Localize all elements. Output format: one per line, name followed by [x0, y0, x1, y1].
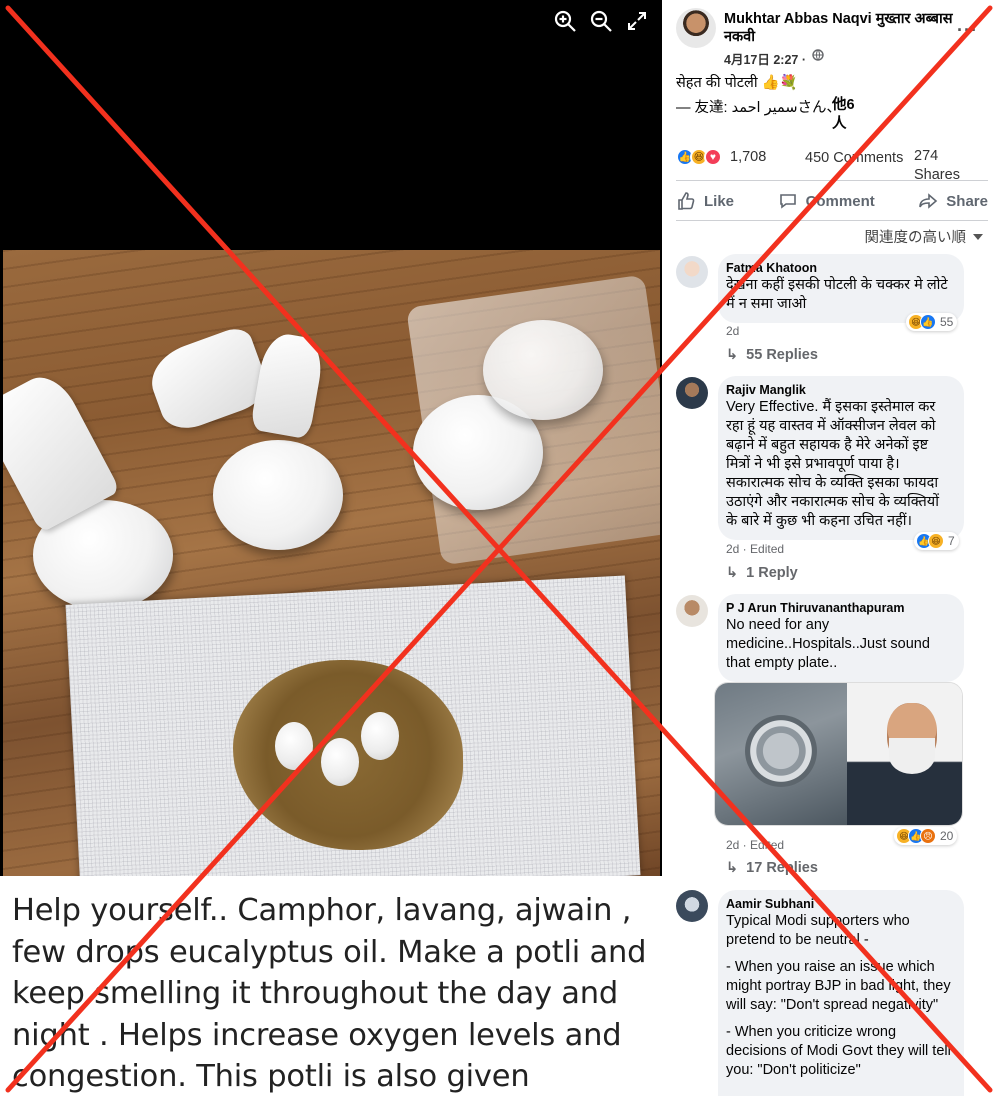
viewer-toolbar [552, 8, 650, 34]
comment-timestamp[interactable]: 2d [726, 324, 739, 338]
post-photo [3, 250, 660, 876]
comment-button[interactable]: Comment [778, 186, 875, 216]
comment-image[interactable] [714, 682, 963, 826]
comment-text: Very Effective. मैं इसका इस्तेमाल कर रहा… [726, 399, 939, 529]
comment-text: - When you raise an issue which might po… [726, 959, 951, 1013]
love-reaction-icon: ♥ [704, 148, 722, 166]
photo-viewer: Help yourself.. Camphor, lavang, ajwain … [0, 0, 662, 1096]
plate-photo [715, 683, 847, 825]
comment-count[interactable]: 450 Comments [805, 150, 903, 166]
commenter-avatar[interactable] [676, 890, 708, 922]
comment-sort-dropdown[interactable]: 関連度の高い順 [865, 226, 985, 247]
post-reactions[interactable]: 👍 😆 ♥ 1,708 [676, 148, 766, 166]
author-name[interactable]: Mukhtar Abbas Naqvi मुख्तार अब्बास नकवी [724, 10, 954, 46]
commenter-name[interactable]: Fatma Khatoon [726, 261, 954, 276]
comment-reactions[interactable]: 😆 👍 😠 20 [894, 827, 958, 845]
angry-reaction-icon: 😠 [920, 828, 936, 844]
reply-arrow-icon: ↳ [726, 860, 739, 876]
commenter-avatar[interactable] [676, 595, 708, 627]
zoom-out-icon[interactable] [588, 8, 614, 34]
like-button[interactable]: Like [676, 186, 734, 216]
post-actions: Like Comment Share [676, 186, 988, 216]
comment-icon [779, 194, 796, 209]
like-reaction-icon: 👍 [920, 314, 936, 330]
comment-timestamp[interactable]: 2d · Edited [726, 838, 784, 852]
more-options-button[interactable]: ··· [957, 20, 978, 41]
thumbs-up-icon [678, 192, 695, 210]
post-panel: Mukhtar Abbas Naqvi मुख्तार अब्बास नकवी … [662, 0, 996, 1096]
author-avatar[interactable] [676, 8, 716, 48]
caption-text: Help yourself.. Camphor, lavang, ajwain … [12, 893, 647, 1094]
reply-arrow-icon: ↳ [726, 347, 739, 363]
potli-pouch [213, 440, 343, 550]
commenter-avatar[interactable] [676, 377, 708, 409]
comment-text: Typical Modi supporters who pretend to b… [726, 913, 910, 948]
commenter-avatar[interactable] [676, 256, 708, 288]
commenter-name[interactable]: P J Arun Thiruvananthapuram [726, 601, 954, 616]
globe-icon [812, 49, 824, 64]
comment-text: देखना कहीं इसकी पोटली के चक्कर मे लोटे म… [726, 277, 948, 312]
share-button[interactable]: Share [918, 186, 988, 216]
comment-text: No need for any medicine..Hospitals..Jus… [726, 617, 930, 671]
view-replies-link[interactable]: ↳ 1 Reply [726, 565, 798, 581]
commenter-name[interactable]: Rajiv Manglik [726, 383, 954, 398]
comment-timestamp[interactable]: 2d · Edited [726, 542, 784, 556]
reaction-count: 1,708 [730, 149, 767, 165]
divider [676, 220, 988, 221]
comment-text: - When you criticize wrong decisions of … [726, 1024, 951, 1078]
view-replies-link[interactable]: ↳ 55 Replies [726, 347, 818, 363]
comment-reactions[interactable]: 😆 👍 55 [906, 313, 958, 331]
reply-arrow-icon: ↳ [726, 565, 739, 581]
caret-down-icon [973, 233, 983, 240]
photo-caption: Help yourself.. Camphor, lavang, ajwain … [0, 876, 662, 1096]
comment-bubble: Aamir Subhani Typical Modi supporters wh… [718, 890, 964, 1096]
comment-reactions[interactable]: 👍 😆 7 [914, 532, 959, 550]
haha-reaction-icon: 😆 [928, 533, 944, 549]
divider [676, 180, 988, 181]
portrait-photo [847, 683, 962, 825]
comment-bubble: Rajiv Manglik Very Effective. मैं इसका इ… [718, 376, 964, 540]
commenter-name[interactable]: Aamir Subhani [726, 897, 954, 912]
share-icon [919, 193, 938, 209]
tagged-friends[interactable]: — 友達: سمیر احمدさん、 [676, 96, 841, 117]
camphor-tablet [275, 722, 313, 770]
comment-bubble: P J Arun Thiruvananthapuram No need for … [718, 594, 964, 682]
view-replies-link[interactable]: ↳ 17 Replies [726, 860, 818, 876]
post-text: सेहत की पोटली 👍💐 [676, 75, 798, 91]
zoom-in-icon[interactable] [552, 8, 578, 34]
expand-icon[interactable] [624, 8, 650, 34]
post-date[interactable]: 4月17日 2:27 · [724, 49, 806, 68]
tagged-others-link[interactable]: 他6人 [832, 96, 862, 134]
